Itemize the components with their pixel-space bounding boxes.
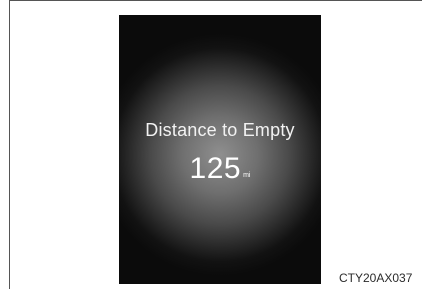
frame-line-top [9,0,422,1]
distance-value: 125 [189,152,242,185]
frame-line-left [9,0,10,289]
figure-caption: CTY20AX037 [339,271,413,285]
display-glow [119,15,321,284]
distance-value-row: 125 mi [119,152,321,186]
distance-unit: mi [243,172,251,179]
display-panel: Distance to Empty 125 mi [119,15,321,284]
distance-to-empty-label: Distance to Empty [145,120,295,140]
